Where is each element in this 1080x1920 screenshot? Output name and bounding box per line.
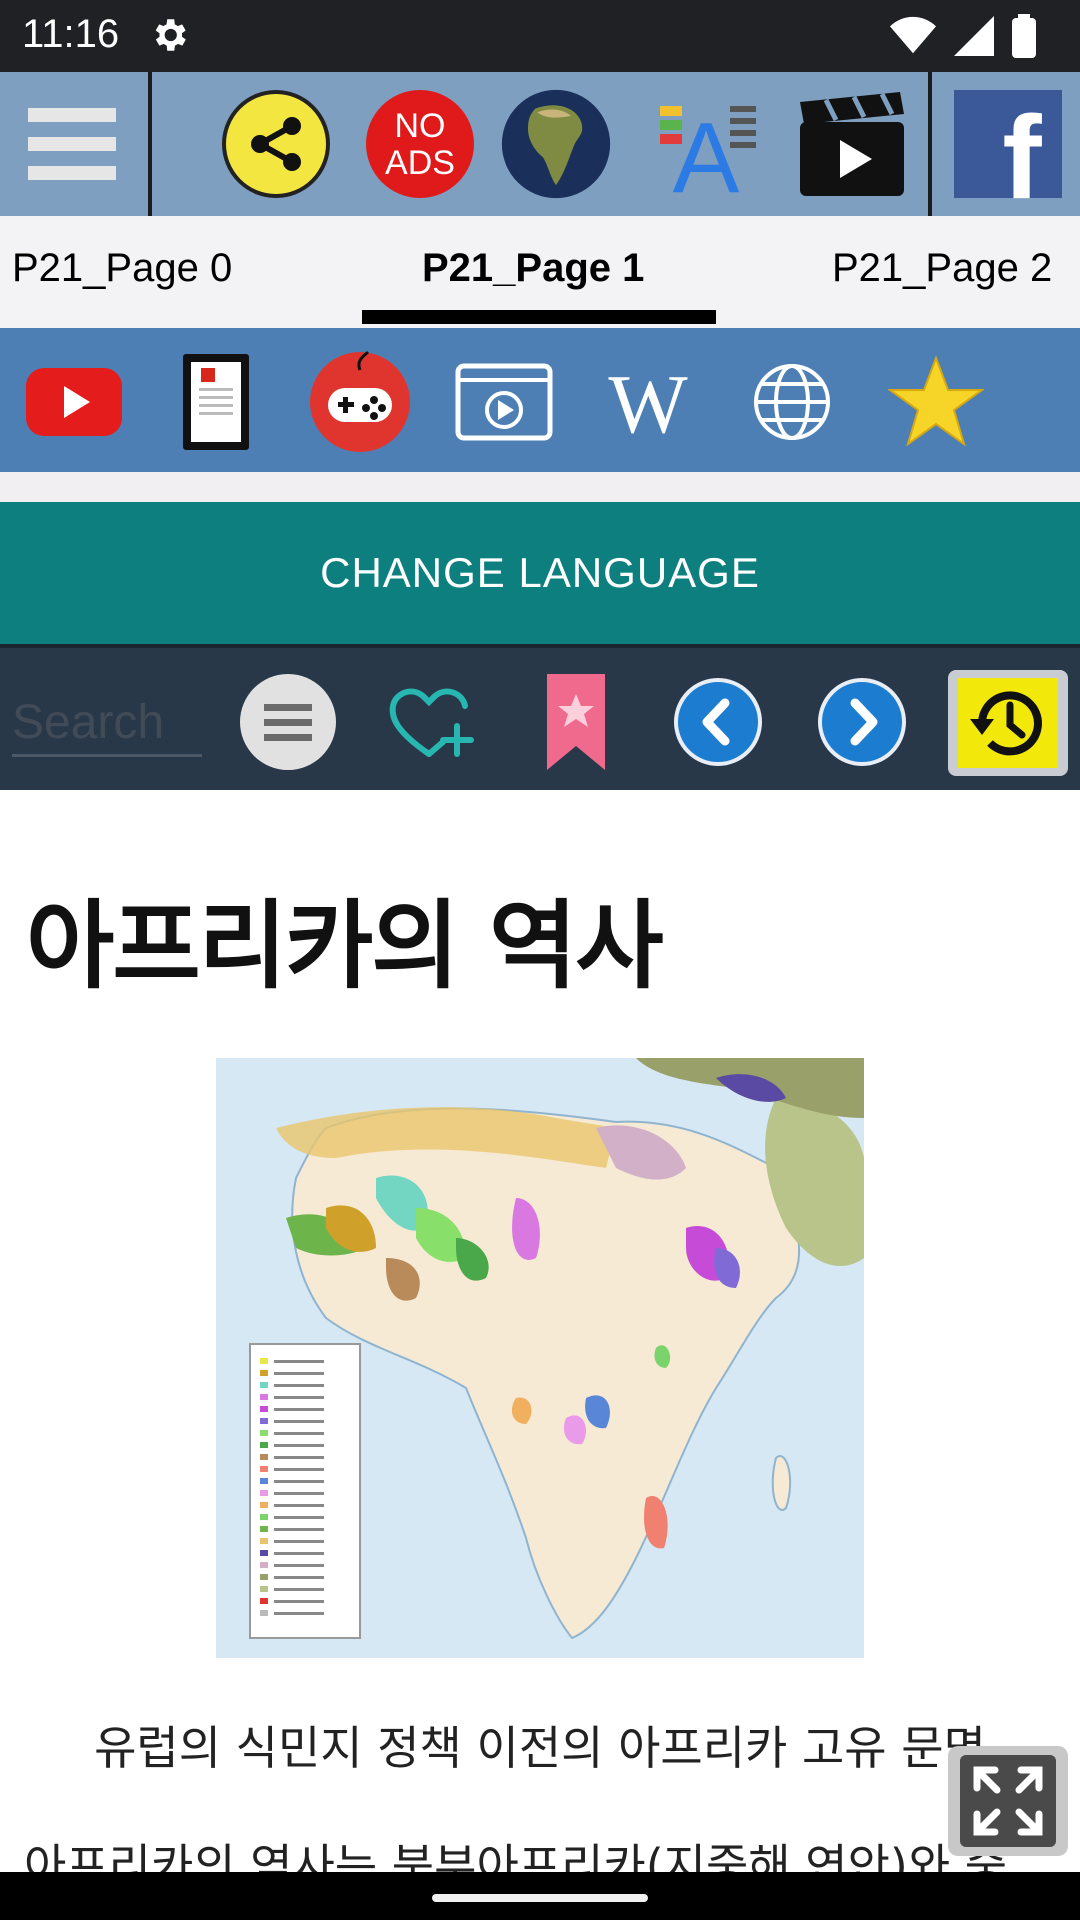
- games-button[interactable]: [308, 350, 412, 454]
- no-ads-icon: NO ADS: [366, 90, 474, 198]
- arrow-right-icon: [818, 678, 906, 766]
- ebook-reader-icon: [183, 354, 249, 450]
- video-player-button[interactable]: [452, 350, 556, 454]
- previous-page-button[interactable]: [668, 672, 768, 772]
- next-page-button[interactable]: [812, 672, 912, 772]
- svg-text:A: A: [673, 102, 740, 200]
- battery-icon: [1012, 14, 1036, 62]
- share-button[interactable]: [220, 88, 332, 200]
- globe-africa-icon: [501, 89, 611, 199]
- africa-map-image: [216, 1058, 864, 1658]
- youtube-icon: [26, 368, 122, 436]
- page-tabs: P21_Page 0 P21_Page 1 P21_Page 2: [0, 216, 1080, 332]
- top-toolbar: NO ADS A f: [0, 72, 1080, 216]
- settings-gear-icon: [148, 14, 190, 60]
- africa-globe-button[interactable]: [500, 88, 612, 200]
- globe-icon: [754, 364, 830, 440]
- svg-text:f: f: [1002, 92, 1042, 200]
- tab-page-2[interactable]: P21_Page 2: [832, 246, 1052, 291]
- history-clock-icon: [970, 691, 1042, 756]
- star-icon: [888, 355, 984, 447]
- image-caption: 유럽의 식민지 정책 이전의 아프리카 고유 문명: [94, 1721, 986, 1775]
- video-clapper-button[interactable]: [796, 88, 908, 200]
- article-title: 아프리카의 역사: [26, 890, 664, 1002]
- signal-icon: [954, 16, 994, 60]
- tab-page-0[interactable]: P21_Page 0: [12, 246, 232, 291]
- facebook-button[interactable]: f: [952, 88, 1064, 200]
- status-bar: 11:16: [0, 0, 1080, 72]
- favorites-star-button[interactable]: [884, 350, 988, 454]
- expand-icon: [973, 1766, 1043, 1836]
- font-size-button[interactable]: A: [652, 88, 764, 200]
- svg-text:NO: NO: [395, 107, 446, 145]
- article-content: 아프리카의 역사 유럽의 식민지 정책 이전의 아프리카 고유 문명 아프리카의…: [0, 790, 1080, 1880]
- wikipedia-button[interactable]: W: [596, 350, 700, 454]
- video-player-icon: [455, 363, 553, 441]
- app-bar: W: [0, 328, 1080, 472]
- wifi-icon: [890, 16, 936, 60]
- hamburger-icon: [28, 108, 116, 180]
- svg-text:ADS: ADS: [385, 144, 455, 182]
- ebook-button[interactable]: [164, 350, 268, 454]
- gamepad-icon: [310, 350, 410, 452]
- bookmark-icon: [547, 674, 605, 770]
- history-button[interactable]: [948, 670, 1068, 776]
- facebook-icon: f: [954, 90, 1062, 200]
- africa-history-map: [216, 1058, 864, 1658]
- gesture-navigation-bar: [0, 1872, 1080, 1920]
- youtube-button[interactable]: [22, 350, 126, 454]
- tab-page-1[interactable]: P21_Page 1: [422, 246, 644, 291]
- web-browser-button[interactable]: [740, 350, 844, 454]
- active-tab-indicator: [362, 310, 716, 324]
- fullscreen-button[interactable]: [948, 1746, 1068, 1856]
- hamburger-menu-button[interactable]: [16, 88, 128, 200]
- share-icon: [222, 90, 330, 198]
- wikipedia-icon: W: [608, 360, 688, 444]
- status-time: 11:16: [22, 12, 120, 56]
- arrow-left-icon: [674, 678, 762, 766]
- home-gesture-handle[interactable]: [432, 1894, 648, 1902]
- add-favorite-button[interactable]: [382, 672, 482, 772]
- clapperboard-icon: [800, 92, 904, 196]
- heart-plus-icon: [389, 688, 474, 757]
- spacer: [0, 472, 1080, 502]
- svg-text:W: W: [608, 360, 688, 444]
- font-size-icon: A: [660, 102, 756, 200]
- change-language-button[interactable]: CHANGE LANGUAGE: [0, 502, 1080, 648]
- no-ads-button[interactable]: NO ADS: [364, 88, 476, 200]
- contents-menu-button[interactable]: [238, 672, 338, 772]
- navigation-toolbar: [0, 648, 1080, 790]
- list-menu-icon: [240, 674, 336, 770]
- bookmark-button[interactable]: [526, 672, 626, 772]
- search-input[interactable]: [12, 690, 202, 757]
